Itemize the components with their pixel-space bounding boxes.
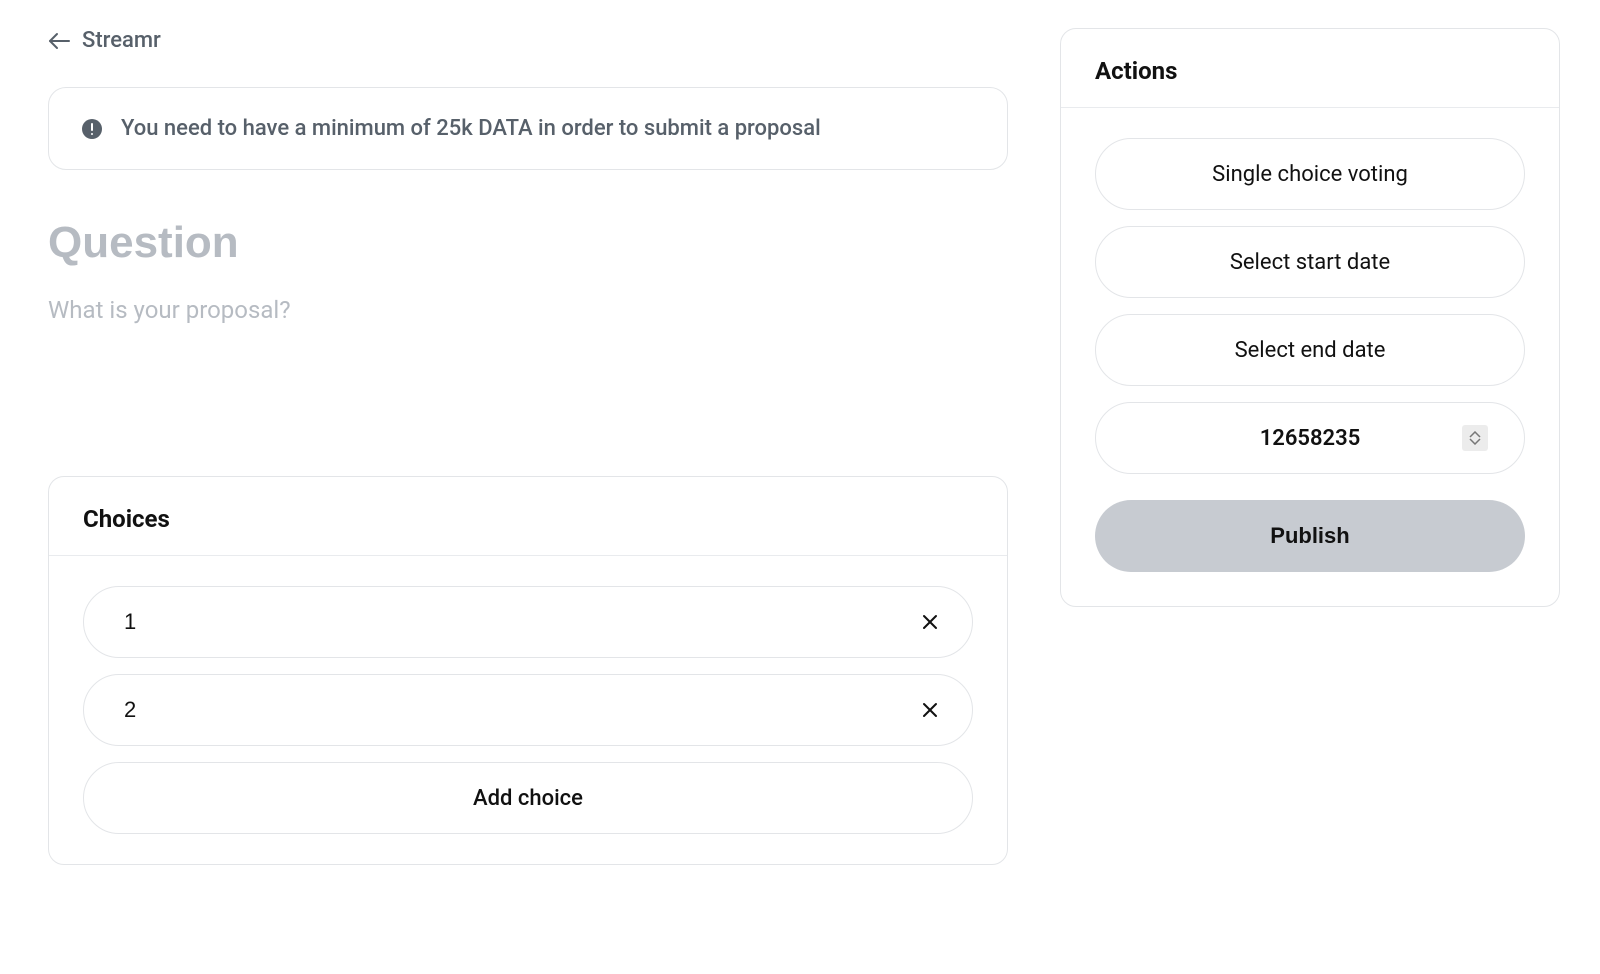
minimum-balance-notice: You need to have a minimum of 25k DATA i… xyxy=(48,87,1008,170)
voting-type-label: Single choice voting xyxy=(1212,162,1408,187)
block-number-value: 12658235 xyxy=(1260,426,1361,451)
warning-icon xyxy=(81,118,103,140)
actions-header: Actions xyxy=(1061,29,1559,108)
remove-choice-button[interactable] xyxy=(916,608,944,636)
choice-input[interactable] xyxy=(124,609,916,635)
start-date-label: Select start date xyxy=(1230,250,1390,275)
back-link[interactable]: Streamr xyxy=(48,28,1008,53)
select-end-date-button[interactable]: Select end date xyxy=(1095,314,1525,386)
add-choice-label: Add choice xyxy=(473,786,583,811)
back-label: Streamr xyxy=(82,28,161,53)
end-date-label: Select end date xyxy=(1235,338,1386,363)
choice-row xyxy=(83,586,973,658)
actions-card: Actions Single choice voting Select star… xyxy=(1060,28,1560,607)
voting-type-button[interactable]: Single choice voting xyxy=(1095,138,1525,210)
remove-choice-button[interactable] xyxy=(916,696,944,724)
add-choice-button[interactable]: Add choice xyxy=(83,762,973,834)
choice-row xyxy=(83,674,973,746)
choice-input[interactable] xyxy=(124,697,916,723)
proposal-body-input[interactable] xyxy=(48,296,1008,476)
choices-card: Choices xyxy=(48,476,1008,865)
notice-text: You need to have a minimum of 25k DATA i… xyxy=(121,116,821,141)
publish-label: Publish xyxy=(1270,523,1349,549)
publish-button[interactable]: Publish xyxy=(1095,500,1525,572)
snapshot-block-input[interactable]: 12658235 xyxy=(1095,402,1525,474)
choices-header: Choices xyxy=(49,477,1007,556)
arrow-left-icon xyxy=(48,30,70,52)
number-stepper-icon[interactable] xyxy=(1462,425,1488,451)
select-start-date-button[interactable]: Select start date xyxy=(1095,226,1525,298)
proposal-title-input[interactable] xyxy=(48,218,1008,268)
